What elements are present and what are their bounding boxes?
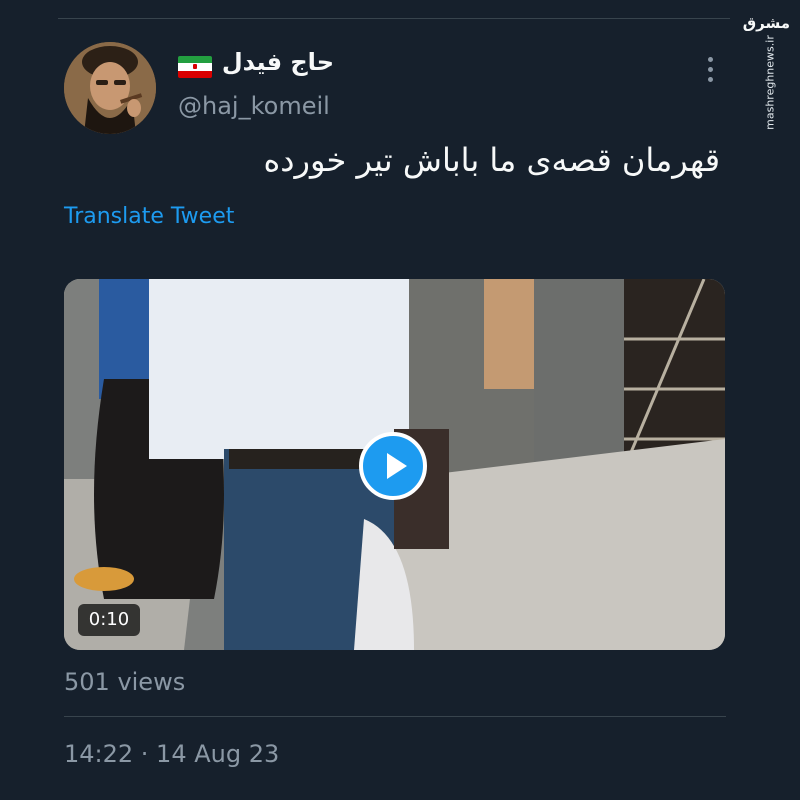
view-count[interactable]: 501 views [64,668,185,696]
more-dots-icon [707,56,713,62]
more-options-button[interactable] [698,54,722,84]
play-icon [387,453,407,479]
tweet-timestamp[interactable]: 14:22 · 14 Aug 23 [64,740,279,768]
tweet-text: قهرمان قصه‌ی ما باباش تیر خورده [263,141,720,179]
translate-tweet-link[interactable]: Translate Tweet [64,204,234,229]
top-divider [58,18,730,19]
user-handle[interactable]: @haj_komeil [178,92,330,120]
watermark-url: mashreghnews.ir [763,35,777,130]
divider [64,716,726,717]
iran-flag-icon [178,56,212,78]
avatar-image [64,42,156,134]
play-button[interactable] [359,432,427,500]
video-duration-badge: 0:10 [78,604,140,636]
watermark: مشرق mashreghnews.ir [743,14,790,130]
display-name[interactable]: حاج فیدل [218,48,334,76]
avatar[interactable] [64,42,156,134]
